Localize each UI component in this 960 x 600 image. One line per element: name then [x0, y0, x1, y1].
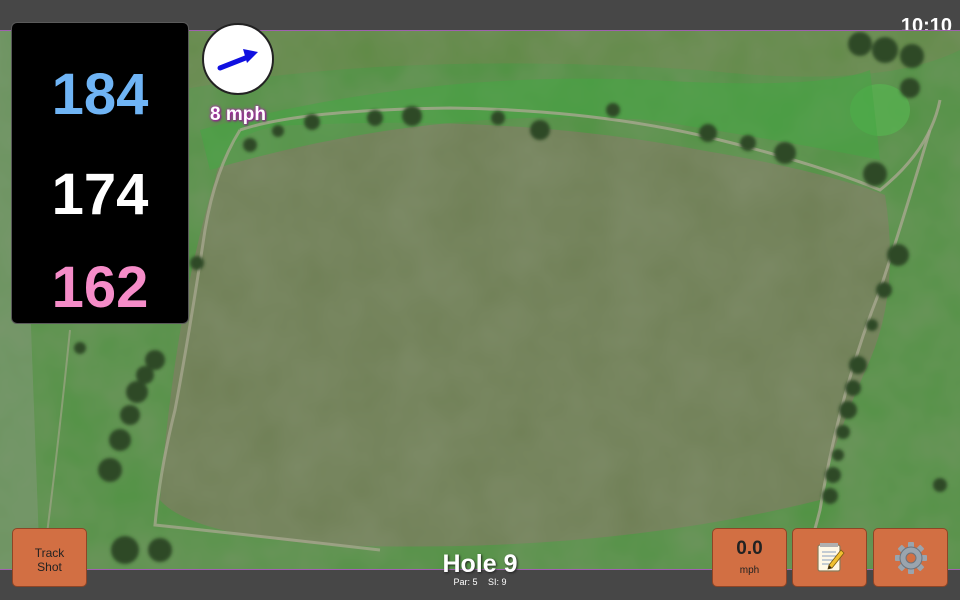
wind-dial — [202, 23, 274, 95]
hole-meta: Par: 5 SI: 9 — [380, 577, 580, 587]
track-shot-label: Track Shot — [13, 529, 86, 574]
distance-panel: 184 174 162 — [11, 22, 189, 324]
hole-stroke-index: SI: 9 — [488, 577, 507, 587]
settings-button[interactable] — [873, 528, 948, 587]
speed-button[interactable]: 0.0 mph — [712, 528, 787, 587]
track-shot-label-line2: Shot — [37, 560, 62, 574]
track-shot-label-line1: Track — [34, 546, 65, 560]
wind-arrow-icon — [217, 49, 258, 71]
notes-button[interactable] — [792, 528, 867, 587]
track-shot-button[interactable]: Track Shot — [12, 528, 87, 587]
gear-icon — [894, 541, 927, 574]
hole-par: Par: 5 — [453, 577, 478, 587]
notepad-icon — [816, 542, 845, 572]
middle-distance: 174 — [51, 162, 149, 227]
back-distance: 184 — [51, 62, 149, 127]
wind-speed: 8 mph — [210, 104, 266, 125]
speed-unit: mph — [739, 565, 760, 576]
hole-title: Hole 9 — [442, 550, 518, 578]
front-distance: 162 — [51, 255, 149, 320]
speed-value: 0.0 — [736, 538, 763, 559]
